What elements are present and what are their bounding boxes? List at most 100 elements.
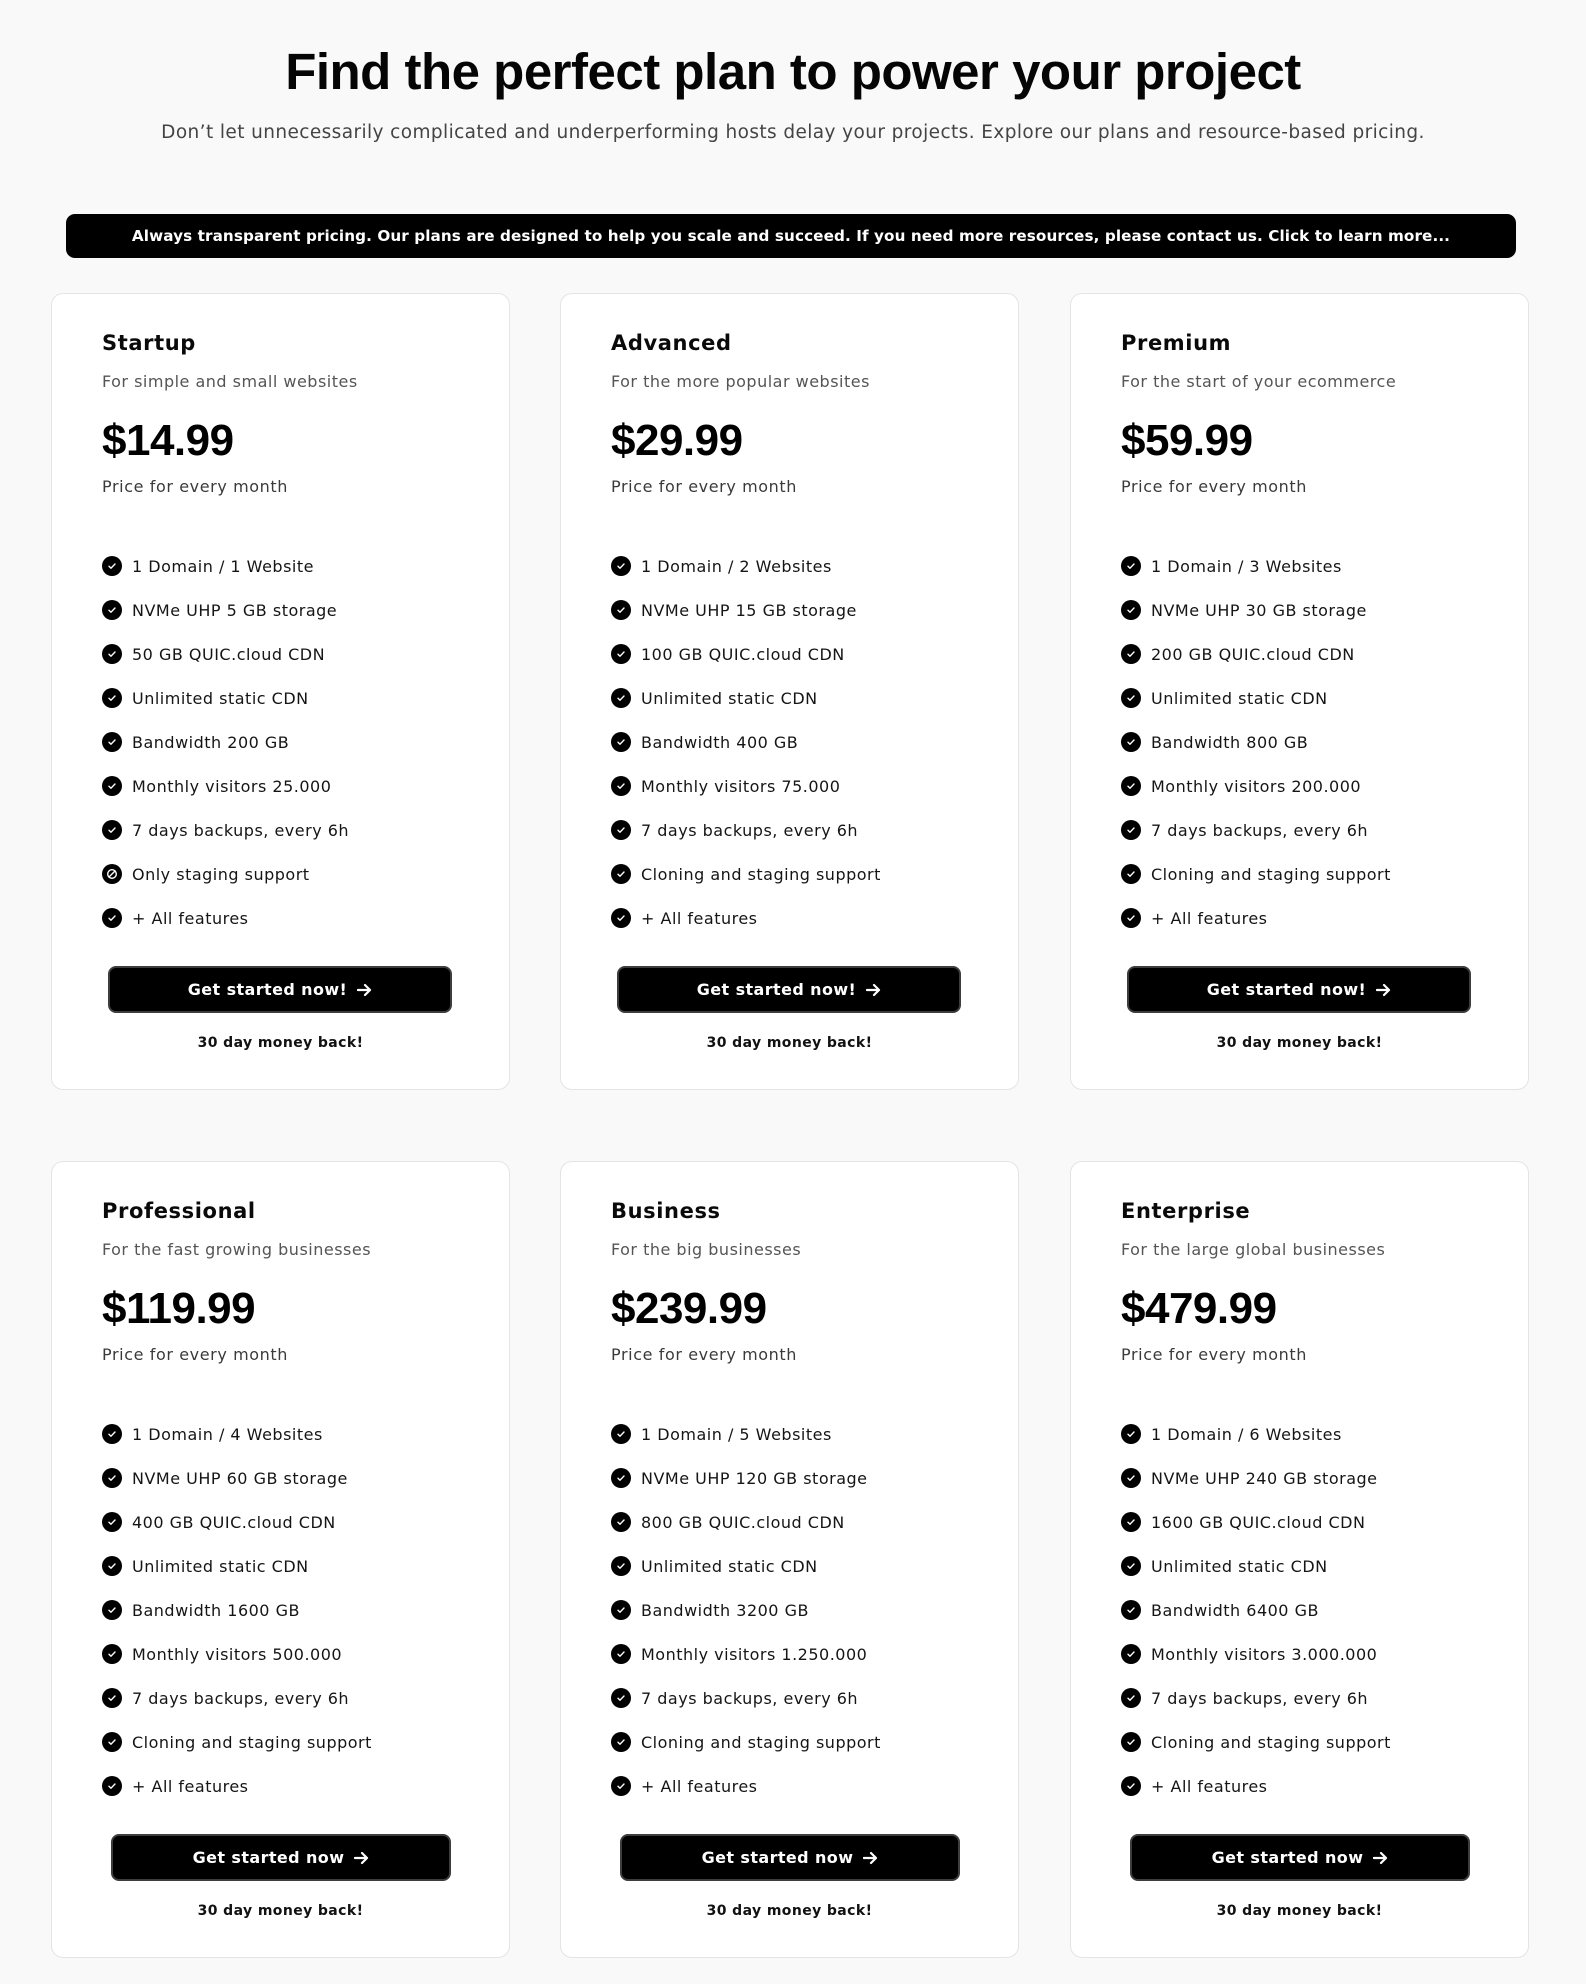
check-circle-icon bbox=[1121, 600, 1141, 620]
feature-text: 1 Domain / 1 Website bbox=[132, 556, 314, 576]
check-circle-icon bbox=[1121, 1424, 1141, 1444]
feature-item: + All features bbox=[611, 896, 881, 940]
feature-text: 400 GB QUIC.cloud CDN bbox=[132, 1512, 336, 1532]
check-circle-icon bbox=[1121, 864, 1141, 884]
feature-text: Cloning and staging support bbox=[132, 1732, 372, 1752]
price-caption: Price for every month bbox=[102, 477, 289, 496]
get-started-button[interactable]: Get started now! bbox=[617, 966, 961, 1013]
feature-item: Monthly visitors 1.250.000 bbox=[611, 1632, 881, 1676]
feature-item: 7 days backups, every 6h bbox=[102, 808, 349, 852]
get-started-label: Get started now bbox=[701, 1848, 854, 1867]
plan-description: For the more popular websites bbox=[611, 372, 870, 391]
get-started-button[interactable]: Get started now bbox=[111, 1834, 451, 1881]
arrow-right-icon bbox=[354, 1851, 369, 1865]
feature-text: 1 Domain / 6 Websites bbox=[1151, 1424, 1342, 1444]
price-caption: Price for every month bbox=[1121, 1345, 1308, 1364]
feature-item: Unlimited static CDN bbox=[1121, 676, 1391, 720]
check-circle-icon bbox=[1121, 644, 1141, 664]
feature-text: Bandwidth 6400 GB bbox=[1151, 1600, 1319, 1620]
feature-item: 100 GB QUIC.cloud CDN bbox=[611, 632, 881, 676]
plan-name: Premium bbox=[1121, 331, 1232, 355]
plan-price: $479.99 bbox=[1121, 1284, 1277, 1333]
feature-text: + All features bbox=[1151, 1776, 1268, 1796]
feature-text: 7 days backups, every 6h bbox=[641, 1688, 859, 1708]
feature-item: Monthly visitors 75.000 bbox=[611, 764, 881, 808]
arrow-right-icon bbox=[866, 983, 881, 997]
get-started-button[interactable]: Get started now! bbox=[108, 966, 452, 1013]
check-circle-icon bbox=[1121, 556, 1141, 576]
feature-item: Bandwidth 800 GB bbox=[1121, 720, 1391, 764]
feature-item: 7 days backups, every 6h bbox=[1121, 1676, 1391, 1720]
feature-item: 200 GB QUIC.cloud CDN bbox=[1121, 632, 1391, 676]
feature-text: Cloning and staging support bbox=[1151, 1732, 1391, 1752]
feature-item: NVMe UHP 5 GB storage bbox=[102, 588, 349, 632]
plan-card-professional: Professional For the fast growing busine… bbox=[51, 1161, 510, 1958]
get-started-button[interactable]: Get started now bbox=[1130, 1834, 1470, 1881]
get-started-button[interactable]: Get started now! bbox=[1127, 966, 1471, 1013]
get-started-label: Get started now! bbox=[1206, 980, 1367, 999]
feature-item: NVMe UHP 60 GB storage bbox=[102, 1456, 372, 1500]
plan-price: $119.99 bbox=[102, 1284, 256, 1333]
check-circle-icon bbox=[611, 1688, 631, 1708]
check-circle-icon bbox=[611, 1732, 631, 1752]
feature-text: Cloning and staging support bbox=[641, 1732, 881, 1752]
plan-card-enterprise: Enterprise For the large global business… bbox=[1070, 1161, 1529, 1958]
feature-item: 50 GB QUIC.cloud CDN bbox=[102, 632, 349, 676]
feature-item: NVMe UHP 120 GB storage bbox=[611, 1456, 881, 1500]
price-caption: Price for every month bbox=[611, 1345, 798, 1364]
check-circle-icon bbox=[102, 1468, 122, 1488]
feature-list: 1 Domain / 2 Websites NVMe UHP 15 GB stor… bbox=[611, 544, 881, 940]
feature-text: + All features bbox=[1151, 908, 1268, 928]
plan-card-premium: Premium For the start of your ecommerce … bbox=[1070, 293, 1529, 1090]
plan-price: $14.99 bbox=[102, 416, 234, 465]
feature-list: 1 Domain / 4 Websites NVMe UHP 60 GB stor… bbox=[102, 1412, 372, 1808]
arrow-right-icon bbox=[863, 1851, 878, 1865]
feature-item: Monthly visitors 3.000.000 bbox=[1121, 1632, 1391, 1676]
feature-item: + All features bbox=[1121, 1764, 1391, 1808]
money-back-guarantee: 30 day money back! bbox=[706, 1035, 873, 1051]
check-circle-icon bbox=[1121, 1688, 1141, 1708]
check-circle-icon bbox=[102, 908, 122, 928]
feature-text: Unlimited static CDN bbox=[1151, 1556, 1328, 1576]
feature-item: Cloning and staging support bbox=[102, 1720, 372, 1764]
pricing-info-banner[interactable]: Always transparent pricing. Our plans ar… bbox=[66, 214, 1516, 258]
feature-text: Unlimited static CDN bbox=[1151, 688, 1328, 708]
feature-text: 1 Domain / 2 Websites bbox=[641, 556, 832, 576]
check-circle-icon bbox=[1121, 1468, 1141, 1488]
feature-item: 7 days backups, every 6h bbox=[611, 1676, 881, 1720]
feature-item: 1 Domain / 2 Websites bbox=[611, 544, 881, 588]
feature-item: 1600 GB QUIC.cloud CDN bbox=[1121, 1500, 1391, 1544]
ban-circle-icon bbox=[102, 864, 122, 884]
price-caption: Price for every month bbox=[611, 477, 798, 496]
check-circle-icon bbox=[611, 600, 631, 620]
feature-text: Monthly visitors 500.000 bbox=[132, 1644, 343, 1664]
plan-card-business: Business For the big businesses $239.99 … bbox=[560, 1161, 1019, 1958]
feature-item: Cloning and staging support bbox=[611, 852, 881, 896]
feature-text: Unlimited static CDN bbox=[641, 688, 818, 708]
price-caption: Price for every month bbox=[1121, 477, 1308, 496]
check-circle-icon bbox=[102, 820, 122, 840]
feature-list: 1 Domain / 6 Websites NVMe UHP 240 GB sto… bbox=[1121, 1412, 1391, 1808]
feature-item: Bandwidth 400 GB bbox=[611, 720, 881, 764]
feature-text: Cloning and staging support bbox=[641, 864, 881, 884]
check-circle-icon bbox=[1121, 1732, 1141, 1752]
feature-item: Cloning and staging support bbox=[1121, 852, 1391, 896]
check-circle-icon bbox=[1121, 1556, 1141, 1576]
feature-item: NVMe UHP 240 GB storage bbox=[1121, 1456, 1391, 1500]
feature-item: 1 Domain / 5 Websites bbox=[611, 1412, 881, 1456]
page-title: Find the perfect plan to power your proj… bbox=[285, 43, 1301, 100]
feature-item: + All features bbox=[102, 1764, 372, 1808]
check-circle-icon bbox=[611, 732, 631, 752]
plan-name: Professional bbox=[102, 1199, 256, 1223]
get-started-button[interactable]: Get started now bbox=[620, 1834, 960, 1881]
feature-item: + All features bbox=[1121, 896, 1391, 940]
check-circle-icon bbox=[1121, 820, 1141, 840]
feature-text: Unlimited static CDN bbox=[641, 1556, 818, 1576]
arrow-right-icon bbox=[357, 983, 372, 997]
check-circle-icon bbox=[611, 820, 631, 840]
feature-item: 800 GB QUIC.cloud CDN bbox=[611, 1500, 881, 1544]
check-circle-icon bbox=[1121, 732, 1141, 752]
feature-text: Bandwidth 1600 GB bbox=[132, 1600, 300, 1620]
feature-text: 7 days backups, every 6h bbox=[1151, 820, 1369, 840]
plan-name: Startup bbox=[102, 331, 196, 355]
